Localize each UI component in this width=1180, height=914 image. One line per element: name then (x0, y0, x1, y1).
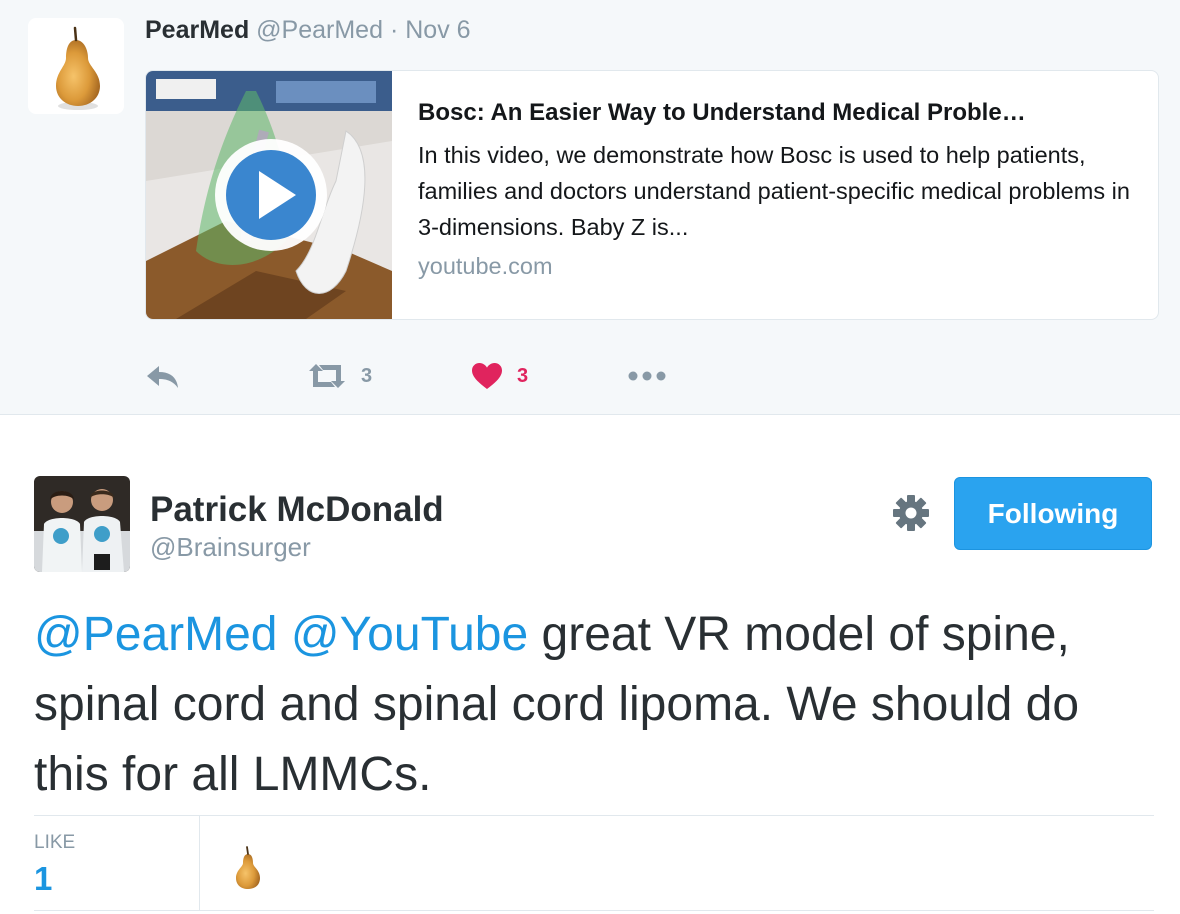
card-title[interactable]: Bosc: An Easier Way to Understand Medica… (418, 97, 1136, 129)
gear-icon (893, 495, 929, 531)
like-stat[interactable]: LIKE 1 (34, 816, 200, 910)
reply-icon (147, 366, 178, 388)
quoted-tweet-header: PearMed @PearMed · Nov 6 (145, 16, 471, 45)
like-stat-label: LIKE (34, 832, 76, 853)
mention-link[interactable]: @YouTube (291, 608, 528, 661)
mention-link[interactable]: @PearMed (34, 608, 278, 661)
more-button[interactable] (627, 356, 667, 396)
author-handle[interactable]: @Brainsurger (150, 532, 311, 563)
card-description: In this video, we demonstrate how Bosc i… (418, 142, 1130, 240)
heart-icon (472, 363, 502, 389)
pear-logo-icon (56, 26, 100, 110)
like-count: 3 (517, 364, 529, 387)
more-icon (628, 371, 666, 381)
video-thumbnail[interactable] (146, 71, 392, 319)
like-button[interactable]: 3 (471, 356, 528, 396)
like-stat-count: 1 (34, 860, 53, 897)
liker-avatar[interactable] (230, 844, 266, 892)
quoted-tweet[interactable]: PearMed @PearMed · Nov 6 Bosc: An Easier… (0, 0, 1180, 415)
quoted-tweet-date[interactable]: Nov 6 (405, 16, 470, 44)
retweet-icon (309, 364, 345, 388)
retweet-button[interactable]: 3 (307, 356, 372, 396)
quoted-tweet-actions: 3 3 (145, 356, 745, 396)
following-button[interactable]: Following (954, 477, 1152, 550)
user-actions-button[interactable] (890, 492, 932, 534)
quoted-author-handle[interactable]: @PearMed (256, 16, 383, 44)
quoted-author-name[interactable]: PearMed (145, 16, 249, 44)
reply-button[interactable] (145, 356, 181, 396)
retweet-count: 3 (361, 364, 373, 387)
separator-dot: · (389, 16, 399, 44)
tweet-stats: LIKE 1 (34, 815, 1154, 911)
pearmed-avatar[interactable] (28, 18, 124, 114)
link-card[interactable]: Bosc: An Easier Way to Understand Medica… (145, 70, 1159, 320)
pear-logo-icon (236, 846, 260, 889)
tweet-text: @PearMed @YouTube great VR model of spin… (34, 600, 1154, 810)
author-avatar[interactable] (34, 476, 130, 572)
thumbnail-image (146, 71, 392, 319)
card-domain: youtube.com (418, 253, 553, 279)
author-photo (34, 476, 130, 572)
author-name[interactable]: Patrick McDonald (150, 490, 444, 530)
card-text: Bosc: An Easier Way to Understand Medica… (418, 97, 1136, 280)
